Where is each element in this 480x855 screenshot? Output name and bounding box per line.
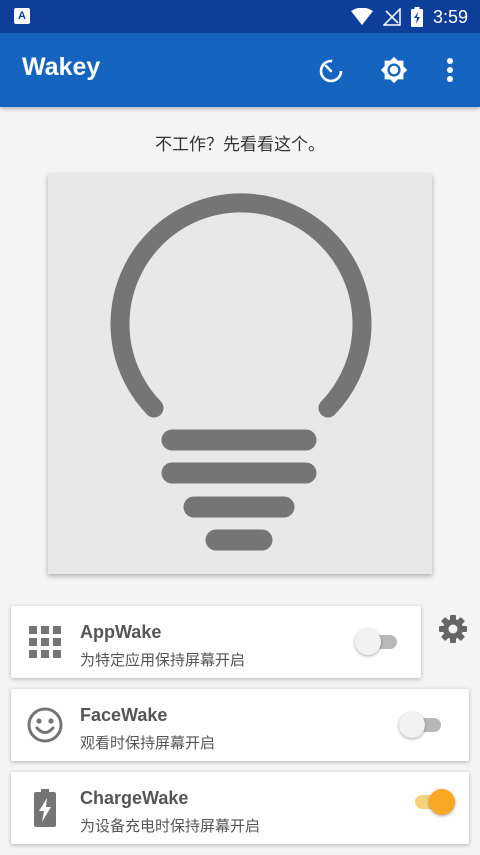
chargewake-card[interactable]: ChargeWake 为设备充电时保持屏幕开启 (11, 772, 469, 844)
face-icon (27, 707, 63, 743)
toggle-knob (355, 629, 381, 655)
toggle-knob (399, 712, 425, 738)
wifi-icon (350, 8, 373, 25)
app-title: Wakey (22, 53, 101, 81)
brightness-button[interactable] (379, 53, 409, 87)
battery-charging-icon (27, 789, 63, 827)
status-time: 3:59 (432, 7, 468, 27)
appwake-settings-button[interactable] (438, 614, 468, 644)
facewake-card[interactable]: FaceWake 观看时保持屏幕开启 (11, 689, 469, 761)
status-bar: A 3:59 (0, 0, 480, 33)
timer-icon (319, 59, 343, 83)
gear-icon (439, 615, 467, 643)
chargewake-title: ChargeWake (80, 788, 189, 808)
facewake-toggle[interactable] (399, 711, 445, 739)
lightbulb-icon (110, 193, 372, 551)
brightness-icon (380, 56, 408, 84)
wake-toggle-panel[interactable] (48, 174, 432, 574)
timer-button[interactable] (316, 53, 346, 87)
help-hint-link[interactable]: 不工作？先看看这个。 (0, 130, 480, 155)
chargewake-subtitle: 为设备充电时保持屏幕开启 (80, 817, 261, 835)
a-icon: A (14, 8, 30, 24)
battery-charging-icon (410, 7, 423, 27)
appwake-toggle[interactable] (355, 628, 401, 656)
status-icons: 3:59 (350, 6, 468, 28)
overflow-menu-button[interactable] (435, 53, 465, 87)
appwake-subtitle: 为特定应用保持屏幕开启 (80, 651, 246, 669)
facewake-title: FaceWake (80, 705, 168, 725)
appwake-card[interactable]: AppWake 为特定应用保持屏幕开启 (11, 606, 421, 678)
toggle-knob (429, 789, 455, 815)
signal-off-icon (382, 8, 401, 26)
apps-grid-icon (27, 624, 63, 660)
more-vert-icon (447, 58, 453, 82)
facewake-subtitle: 观看时保持屏幕开启 (80, 734, 216, 752)
appwake-title: AppWake (80, 622, 162, 642)
chargewake-toggle[interactable] (409, 788, 455, 816)
app-bar: Wakey (0, 33, 480, 107)
